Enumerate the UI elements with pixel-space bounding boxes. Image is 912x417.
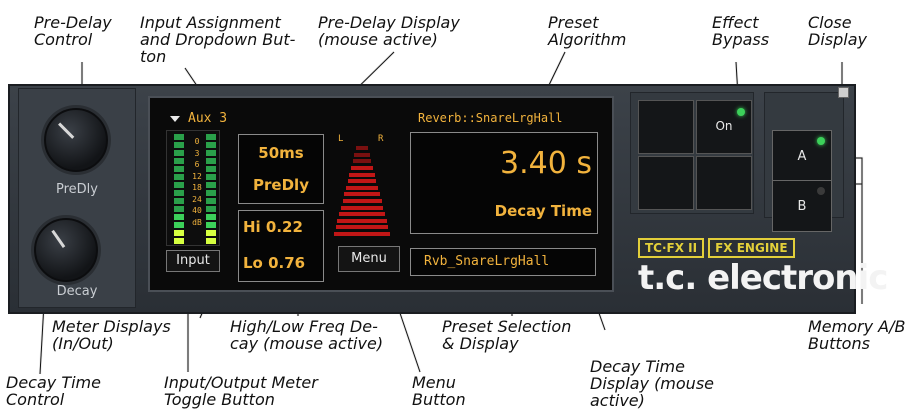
- bypass-cell-bottom-right: [696, 156, 752, 210]
- menu-button[interactable]: Menu: [338, 246, 400, 272]
- brand-tag-tcfx: TC·FX II: [638, 238, 705, 258]
- meter-segment: [342, 199, 382, 203]
- decay-time-value: 3.40 s: [500, 146, 592, 181]
- lo-freq-value: Lo 0.76: [243, 254, 306, 272]
- meter-segment: [345, 185, 379, 190]
- meter-segment: [352, 159, 372, 164]
- meter-segment: [347, 179, 377, 184]
- meter-segment: [335, 225, 389, 230]
- decay-time-label: Decay Time: [494, 202, 592, 220]
- callout-preset-selection: Preset Selection & Display: [442, 317, 572, 353]
- callout-memory-ab: Memory A/B Buttons: [808, 317, 906, 353]
- brand-tags: TC·FX II FX ENGINE: [638, 238, 795, 258]
- dropdown-triangle-icon: [170, 115, 180, 122]
- decay-knob-label: Decay: [56, 284, 98, 299]
- callout-meter-displays: Meter Displays (In/Out): [52, 317, 171, 353]
- brand-logo: t.c. electronic: [638, 258, 888, 298]
- callout-menu-button: Menu Button: [412, 373, 466, 409]
- callout-preset-algorithm: Preset Algorithm: [548, 13, 627, 49]
- memory-a-label: A: [797, 149, 807, 164]
- meter-scale: 0 3 6 12 18 24 40 dB: [192, 137, 202, 227]
- meter-segment: [344, 192, 380, 197]
- bypass-led: [737, 108, 745, 116]
- memory-b-led: [817, 187, 825, 195]
- memory-b-button[interactable]: B: [772, 180, 832, 232]
- callout-predelay-display: Pre-Delay Display (mouse active): [318, 13, 460, 49]
- callout-hilo-freq: High/Low Freq De- cay (mouse active): [230, 317, 384, 353]
- input-output-toggle-button[interactable]: Input: [166, 250, 220, 272]
- callout-effect-bypass: Effect Bypass: [712, 13, 770, 49]
- meter-segment: [339, 212, 385, 217]
- memory-a-led: [817, 137, 825, 145]
- callout-close-display: Close Display: [808, 13, 867, 49]
- brand-tag-fx-engine: FX ENGINE: [708, 238, 795, 258]
- bypass-label: On: [715, 119, 733, 133]
- decay-knob[interactable]: [34, 218, 98, 282]
- callout-input-assignment: Input Assignment and Dropdown But- ton: [140, 13, 296, 66]
- output-level-meter: [334, 142, 390, 236]
- memory-a-button[interactable]: A: [772, 130, 832, 182]
- bypass-cell-bottom-left: [638, 156, 694, 210]
- input-assignment-dropdown[interactable]: Aux 3: [170, 111, 227, 126]
- meter-segment: [334, 232, 390, 236]
- predelay-knob-label: PreDly: [56, 182, 98, 197]
- meter-segment: [356, 146, 368, 151]
- hi-freq-value: Hi 0.22: [243, 218, 303, 236]
- input-assignment-value: Aux 3: [188, 111, 228, 126]
- meter-segment: [351, 166, 373, 170]
- predelay-value: 50ms: [258, 144, 304, 162]
- effect-bypass-button[interactable]: On: [696, 100, 752, 154]
- meter-segment: [337, 218, 387, 223]
- meter-segment: [354, 152, 370, 157]
- input-meter-bar: [174, 134, 184, 244]
- close-display-button[interactable]: [838, 87, 849, 98]
- callout-decay-time-display: Decay Time Display (mouse active): [590, 357, 714, 410]
- meter-segment: [340, 205, 384, 210]
- predelay-knob[interactable]: [44, 108, 108, 172]
- preset-algorithm: Reverb::SnareLrgHall: [418, 111, 563, 125]
- meter-segment: [349, 172, 375, 177]
- callout-predelay-control: Pre-Delay Control: [34, 13, 112, 49]
- preset-name: Rvb_SnareLrgHall: [424, 254, 550, 269]
- predelay-label: PreDly: [253, 176, 309, 194]
- output-meter-bar: [206, 134, 216, 244]
- bypass-cell-top-left: [638, 100, 694, 154]
- callout-decay-time-control: Decay Time Control: [6, 373, 101, 409]
- memory-b-label: B: [797, 199, 807, 214]
- callout-io-meter-toggle: Input/Output Meter Toggle Button: [164, 373, 318, 409]
